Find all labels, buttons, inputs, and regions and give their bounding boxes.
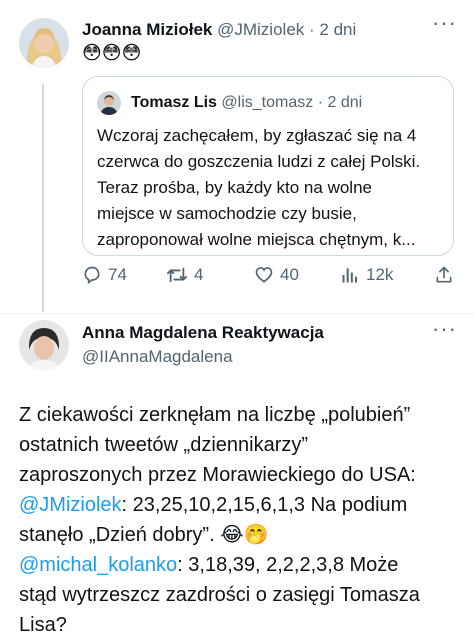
quote-line: Teraz prośba, by każdy kto na wolne [97,178,372,197]
quote-author-name[interactable]: Tomasz Lis [131,94,217,111]
tweet-divider [0,313,474,314]
share-icon [436,266,452,283]
author-name[interactable]: Anna Magdalena Reaktywacja [82,321,324,345]
avatar-tomasz[interactable] [97,91,121,115]
author-name[interactable]: Joanna Miziołek [82,20,212,39]
author-handle[interactable]: @IIAnnaMagdalena [82,345,324,369]
tweet2-text: Z ciekawości zerknęłam na liczbę „polubi… [19,400,420,640]
separator-dot: · [309,20,315,39]
author-handle[interactable]: @JMiziolek [217,20,304,39]
views-icon [342,268,357,283]
more-icon[interactable]: ··· [432,12,457,34]
more-icon[interactable]: ··· [432,318,457,340]
like-icon [255,267,273,283]
tweet2-author: Anna Magdalena Reaktywacja @IIAnnaMagdal… [82,321,324,369]
tweet-line: @JMiziolek: 23,25,10,2,15,6,1,3 Na podiu… [19,490,420,520]
tweet-line: Lisa? [19,614,67,636]
tweet-line-text: : 23,25,10,2,15,6,1,3 Na podium [121,494,408,516]
tweet1-text: 😳😳😳 [82,43,142,64]
tweet-line: stanęło „Dzień dobry”. 😂🤭 [19,520,420,550]
retweet-icon [167,267,187,283]
emoji: 😂🤭 [220,524,269,546]
tweet-line: Z ciekawości zerknęłam na liczbę „polubi… [19,404,411,426]
like-button[interactable]: 40 [254,265,299,285]
quote-text: Wczoraj zachęcałem, by zgłaszać się na 4… [97,123,420,253]
like-count: 40 [280,265,299,284]
tweet1-header: Joanna Miziołek @JMiziolek · 2 dni [82,18,356,42]
tweet-line-text: : 3,18,39, 2,2,2,3,8 Może [177,554,399,576]
thread-line [42,84,44,312]
reply-button[interactable]: 74 [82,265,127,285]
timestamp[interactable]: 2 dni [319,20,356,39]
views-count: 12k [366,265,394,284]
quote-line: Wczoraj zachęcałem, by zgłaszać się na 4 [97,126,417,145]
avatar-joanna[interactable] [19,18,69,68]
views-button[interactable]: 12k [340,265,393,285]
share-button[interactable] [434,265,454,285]
quote-line: miejsce w samochodzie czy busie, [97,204,357,223]
reply-icon [84,266,100,285]
mention-link[interactable]: @JMiziolek [19,494,122,516]
quote-author-handle[interactable]: @lis_tomasz [221,94,313,111]
avatar-anna[interactable] [19,320,69,370]
tweet-line: @michal_kolanko: 3,18,39, 2,2,2,3,8 Może [19,550,420,580]
quote-header: Tomasz Lis @lis_tomasz · 2 dni [131,92,362,114]
quote-timestamp[interactable]: 2 dni [327,94,362,111]
tweet-line: ostatnich tweetów „dziennikarzy” [19,434,309,456]
quote-line: zaproponował wolne miejsca chętnym, k... [97,230,416,249]
tweet-line: stąd wytrzeszcz zazdrości o zasięgi Toma… [19,584,420,606]
reply-count: 74 [108,265,127,284]
tweet-line: zaproszonych przez Morawieckiego do USA: [19,464,416,486]
retweet-count: 4 [194,265,204,284]
tweet-line-text: stanęło „Dzień dobry”. [19,524,221,546]
quoted-tweet-card[interactable]: Tomasz Lis @lis_tomasz · 2 dni Wczoraj z… [82,76,454,256]
separator-dot: · [317,94,324,111]
quote-line: czerwca do goszczenia ludzi z całej Pols… [97,152,421,171]
retweet-button[interactable]: 4 [166,265,203,285]
mention-link[interactable]: @michal_kolanko [19,554,177,576]
